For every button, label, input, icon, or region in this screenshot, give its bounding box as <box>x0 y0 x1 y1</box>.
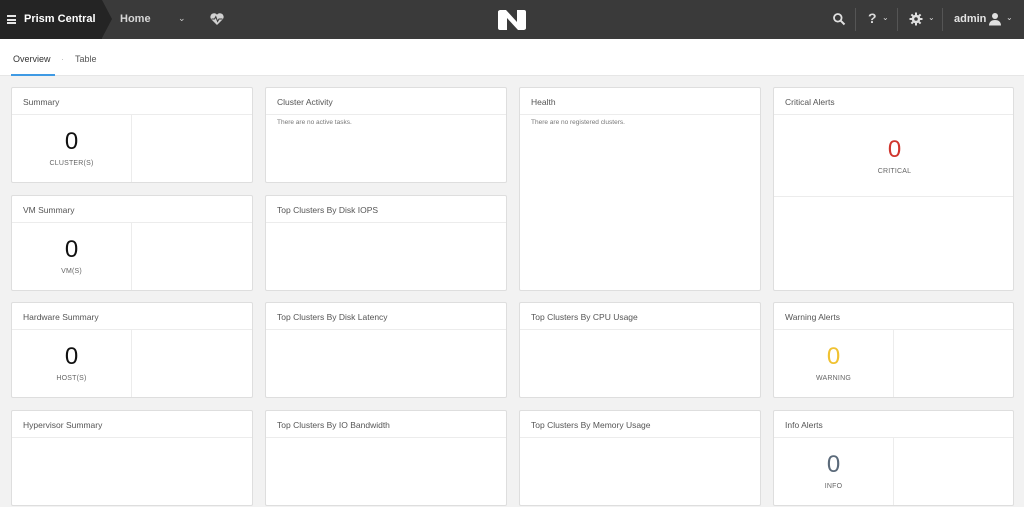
info-label: INFO <box>824 483 843 490</box>
divider <box>942 8 943 31</box>
user-icon[interactable] <box>988 12 1002 26</box>
cluster-label: CLUSTER(S) <box>49 160 94 167</box>
summary-widget[interactable]: Summary 0 CLUSTER(S) <box>11 87 253 183</box>
host-count[interactable]: 0 <box>12 343 131 371</box>
widget-title: Cluster Activity <box>277 97 333 107</box>
top-cpu-usage-widget[interactable]: Top Clusters By CPU Usage <box>519 302 761 398</box>
top-memory-usage-widget[interactable]: Top Clusters By Memory Usage <box>519 410 761 506</box>
user-name[interactable]: admin <box>954 13 986 25</box>
widget-title: Summary <box>23 97 60 107</box>
active-tab-indicator <box>11 74 55 76</box>
cluster-count[interactable]: 0 <box>12 128 131 156</box>
divider <box>12 222 252 223</box>
widget-title: Warning Alerts <box>785 312 840 322</box>
home-menu[interactable]: Home <box>120 13 151 25</box>
widget-title: Health <box>531 97 556 107</box>
divider <box>774 196 1013 197</box>
divider <box>897 8 898 31</box>
widget-title: Top Clusters By IO Bandwidth <box>277 420 390 430</box>
divider <box>774 114 1013 115</box>
divider <box>131 115 132 182</box>
widget-title: Hypervisor Summary <box>23 420 103 430</box>
top-io-bandwidth-widget[interactable]: Top Clusters By IO Bandwidth <box>265 410 507 506</box>
chevron-down-icon[interactable]: ⌄ <box>928 13 935 22</box>
search-icon[interactable] <box>832 12 846 26</box>
divider <box>266 329 506 330</box>
widget-title: Critical Alerts <box>785 97 835 107</box>
host-label: HOST(S) <box>56 375 87 382</box>
divider <box>893 330 894 397</box>
widget-title: Top Clusters By CPU Usage <box>531 312 638 322</box>
vm-summary-widget[interactable]: VM Summary 0 VM(S) <box>11 195 253 291</box>
widget-title: Top Clusters By Disk IOPS <box>277 205 379 215</box>
tab-overview[interactable]: Overview <box>13 54 51 64</box>
top-bar: Prism Central Home ⌄ ? ⌄ ⌄ admin ⌄ <box>0 0 1024 39</box>
tab-separator: · <box>61 54 64 64</box>
vm-label: VM(S) <box>61 268 82 275</box>
critical-alerts-widget[interactable]: Critical Alerts 0 CRITICAL <box>773 87 1014 291</box>
divider <box>266 437 506 438</box>
divider <box>893 438 894 505</box>
top-disk-latency-widget[interactable]: Top Clusters By Disk Latency <box>265 302 507 398</box>
widget-title: VM Summary <box>23 205 75 215</box>
critical-label: CRITICAL <box>877 168 912 175</box>
divider <box>520 437 760 438</box>
divider <box>520 329 760 330</box>
warning-count[interactable]: 0 <box>774 343 893 371</box>
divider <box>131 330 132 397</box>
info-count[interactable]: 0 <box>774 451 893 479</box>
warning-label: WARNING <box>816 375 851 382</box>
app-title: Prism Central <box>24 13 96 25</box>
menu-icon <box>7 15 16 24</box>
info-alerts-widget[interactable]: Info Alerts 0 INFO <box>773 410 1014 506</box>
health-widget[interactable]: Health There are no registered clusters. <box>519 87 761 291</box>
cluster-activity-widget[interactable]: Cluster Activity There are no active tas… <box>265 87 507 183</box>
chevron-down-icon[interactable]: ⌄ <box>1006 13 1013 22</box>
divider <box>855 8 856 31</box>
chevron-down-icon[interactable]: ⌄ <box>178 13 186 24</box>
widget-title: Info Alerts <box>785 420 823 430</box>
brand-menu[interactable]: Prism Central <box>0 0 102 39</box>
critical-count[interactable]: 0 <box>774 136 1015 164</box>
vm-count[interactable]: 0 <box>12 236 131 264</box>
hypervisor-summary-widget[interactable]: Hypervisor Summary <box>11 410 253 506</box>
top-disk-iops-widget[interactable]: Top Clusters By Disk IOPS <box>265 195 507 291</box>
nutanix-logo <box>498 10 526 30</box>
divider <box>12 114 252 115</box>
empty-message: There are no registered clusters. <box>531 119 625 126</box>
hardware-summary-widget[interactable]: Hardware Summary 0 HOST(S) <box>11 302 253 398</box>
divider <box>131 223 132 290</box>
widget-title: Top Clusters By Disk Latency <box>277 312 388 322</box>
empty-message: There are no active tasks. <box>277 119 352 126</box>
divider <box>12 329 252 330</box>
divider <box>266 222 506 223</box>
chevron-down-icon[interactable]: ⌄ <box>882 13 889 22</box>
divider <box>520 114 760 115</box>
warning-alerts-widget[interactable]: Warning Alerts 0 WARNING <box>773 302 1014 398</box>
help-icon[interactable]: ? <box>868 10 877 26</box>
divider <box>12 437 252 438</box>
widget-title: Hardware Summary <box>23 312 99 322</box>
gear-icon[interactable] <box>909 12 923 26</box>
divider <box>266 114 506 115</box>
tab-table[interactable]: Table <box>75 54 97 64</box>
sub-nav: Overview · Table <box>0 39 1024 76</box>
widget-title: Top Clusters By Memory Usage <box>531 420 651 430</box>
heart-icon[interactable] <box>209 11 225 27</box>
brand-arrow <box>102 0 112 38</box>
